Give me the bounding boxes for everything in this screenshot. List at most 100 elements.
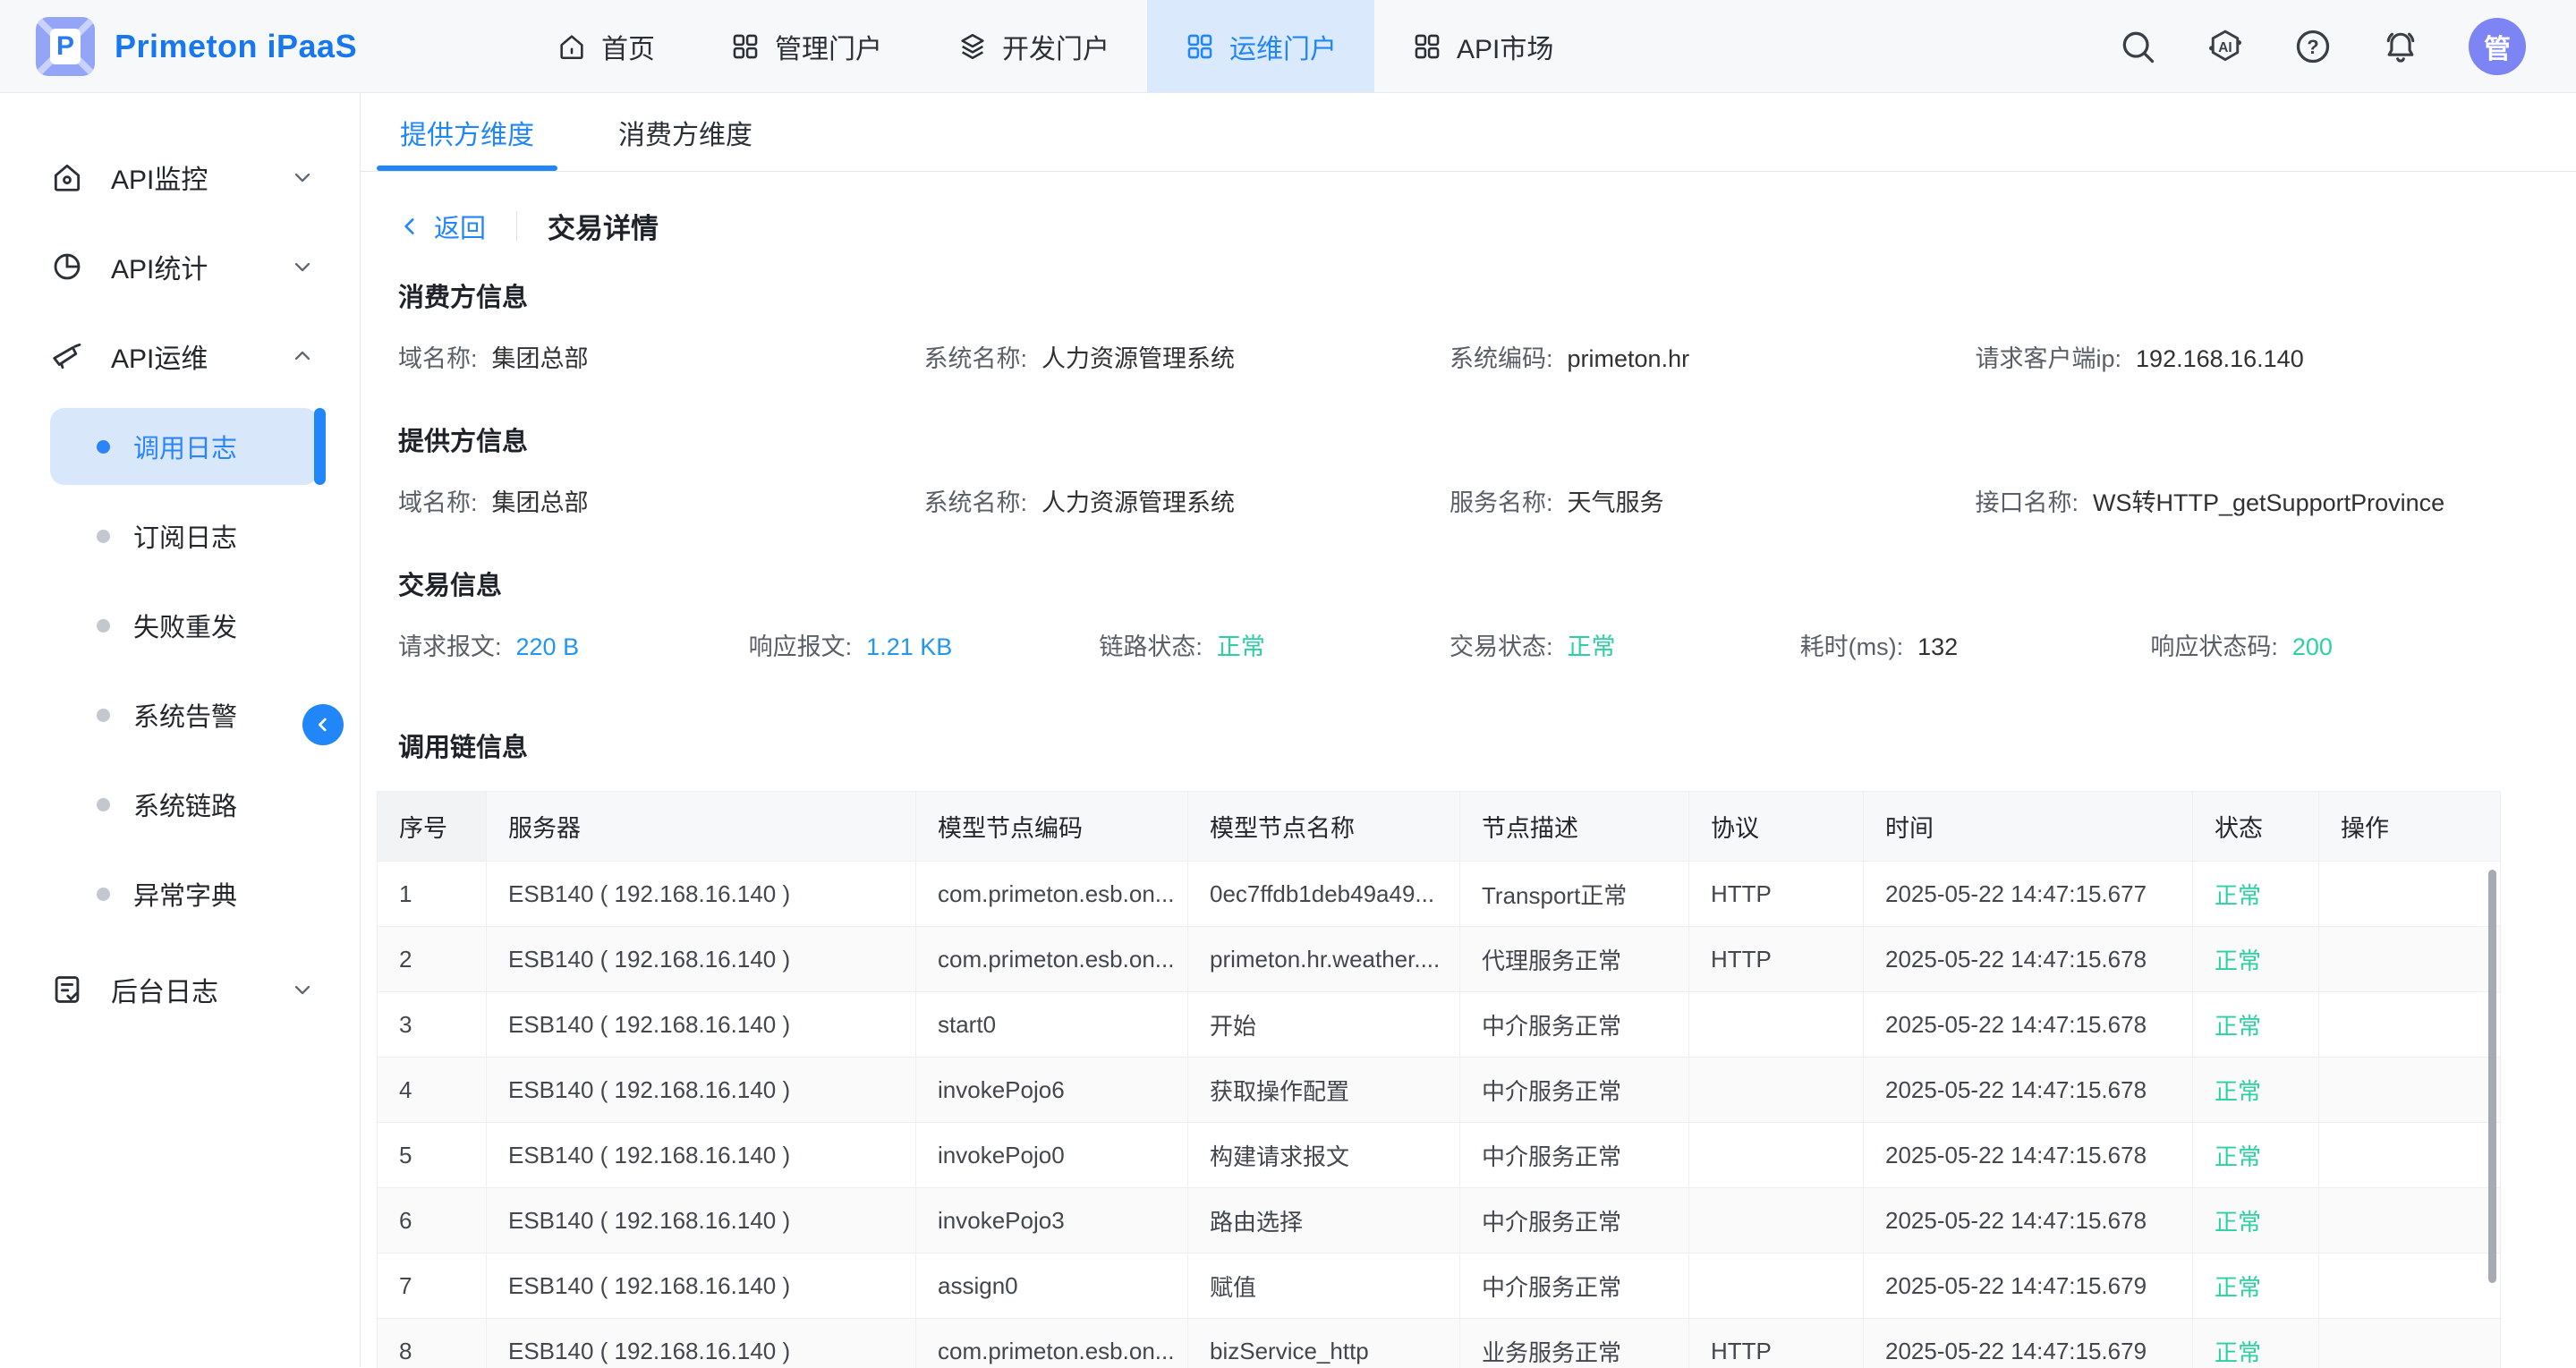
response-payload-link[interactable]: 1.21 KB (866, 633, 952, 660)
sidebar-item-call-log[interactable]: 调用日志 (50, 408, 319, 485)
request-payload-link[interactable]: 220 B (516, 633, 580, 660)
cell-node-desc: 业务服务正常 (1460, 1319, 1689, 1368)
cell-server: ESB140 ( 192.168.16.140 ) (487, 1188, 916, 1253)
home-icon (557, 31, 587, 62)
col-header-action: 操作 (2319, 792, 2501, 862)
cell-node-name: primeton.hr.weather.... (1188, 927, 1460, 992)
cell-no: 2 (378, 927, 487, 992)
field-response-code: 响应状态码:200 (2150, 627, 2501, 662)
cell-protocol (1689, 1188, 1864, 1253)
brand-name: Primeton iPaaS (115, 28, 357, 65)
call-chain-table: 序号 服务器 模型节点编码 模型节点名称 节点描述 协议 时间 状态 操作 1 (377, 791, 2501, 1368)
nav-item-label: 首页 (601, 27, 655, 66)
table-row: 2 ESB140 ( 192.168.16.140 ) com.primeton… (378, 927, 2501, 992)
chevron-down-icon (290, 254, 315, 279)
sidebar-item-label: 系统链路 (133, 786, 237, 823)
bullet-icon (97, 888, 110, 901)
megaphone-icon (50, 339, 84, 373)
bullet-icon (97, 530, 110, 543)
sidebar-item-label: 订阅日志 (133, 517, 237, 555)
tab-provider-dimension[interactable]: 提供方维度 (396, 93, 538, 171)
sidebar-item-label: 异常字典 (133, 875, 237, 913)
cell-node-code: com.primeton.esb.on... (916, 862, 1188, 927)
cell-protocol (1689, 1058, 1864, 1123)
nav-item-ops-portal[interactable]: 运维门户 (1147, 0, 1374, 92)
cell-node-code: com.primeton.esb.on... (916, 1319, 1188, 1368)
field-domain-name: 域名称:集团总部 (398, 483, 924, 518)
cell-node-name: 赋值 (1188, 1253, 1460, 1319)
help-icon[interactable]: ? (2293, 27, 2333, 66)
table-scrollbar[interactable] (2488, 870, 2496, 1283)
cell-time: 2025-05-22 14:47:15.678 (1864, 1058, 2193, 1123)
pie-chart-icon (50, 250, 84, 284)
cell-no: 1 (378, 862, 487, 927)
sidebar-item-backend-log[interactable]: 后台日志 (0, 945, 360, 1034)
cell-time: 2025-05-22 14:47:15.678 (1864, 992, 2193, 1058)
section-title-transaction: 交易信息 (398, 565, 2576, 602)
nav-item-dev-portal[interactable]: 开发门户 (920, 0, 1147, 92)
main-content: 提供方维度 消费方维度 返回 交易详情 消费方信息 域名称:集团总部 系统名称:… (361, 93, 2576, 1367)
cell-node-desc: 中介服务正常 (1460, 1188, 1689, 1253)
col-header-no: 序号 (378, 792, 487, 862)
cell-protocol: HTTP (1689, 1319, 1864, 1368)
transaction-fields: 请求报文:220 B 响应报文:1.21 KB 链路状态:正常 交易状态:正常 … (361, 602, 2576, 685)
cell-time: 2025-05-22 14:47:15.678 (1864, 927, 2193, 992)
col-header-time: 时间 (1864, 792, 2193, 862)
cell-node-name: 开始 (1188, 992, 1460, 1058)
cell-time: 2025-05-22 14:47:15.679 (1864, 1319, 2193, 1368)
tab-consumer-dimension[interactable]: 消费方维度 (615, 93, 756, 171)
bell-icon[interactable] (2381, 27, 2420, 66)
chevron-up-icon (290, 344, 315, 369)
cell-node-name: 获取操作配置 (1188, 1058, 1460, 1123)
field-system-name: 系统名称:人力资源管理系统 (924, 339, 1450, 374)
sidebar-item-api-monitor[interactable]: API监控 (0, 132, 360, 222)
cell-time: 2025-05-22 14:47:15.679 (1864, 1253, 2193, 1319)
sidebar-collapse-button[interactable] (302, 704, 344, 745)
grid-icon (1412, 31, 1442, 62)
cell-node-code: com.primeton.esb.on... (916, 927, 1188, 992)
nav-item-home[interactable]: 首页 (519, 0, 693, 92)
sidebar-item-failed-retry[interactable]: 失败重发 (50, 587, 319, 664)
cell-no: 6 (378, 1188, 487, 1253)
cell-server: ESB140 ( 192.168.16.140 ) (487, 1319, 916, 1368)
sidebar-item-system-alert[interactable]: 系统告警 (50, 676, 319, 753)
nav-item-admin-portal[interactable]: 管理门户 (693, 0, 920, 92)
brand[interactable]: P Primeton iPaaS (36, 17, 519, 76)
cell-action (2319, 862, 2501, 927)
field-request-payload: 请求报文:220 B (398, 627, 749, 662)
cell-status: 正常 (2193, 1123, 2319, 1188)
cell-action (2319, 1319, 2501, 1368)
cell-server: ESB140 ( 192.168.16.140 ) (487, 1058, 916, 1123)
topbar-actions: AI ? 管 (2118, 18, 2526, 75)
cell-action (2319, 1123, 2501, 1188)
search-icon[interactable] (2118, 27, 2157, 66)
cell-action (2319, 927, 2501, 992)
nav-item-api-market[interactable]: API市场 (1374, 0, 1591, 92)
sidebar-item-api-stats[interactable]: API统计 (0, 222, 360, 311)
col-header-node-desc: 节点描述 (1460, 792, 1689, 862)
status-badge: 正常 (1217, 633, 1265, 660)
ai-assistant-icon[interactable]: AI (2206, 27, 2245, 66)
cell-action (2319, 1253, 2501, 1319)
section-title-consumer: 消费方信息 (398, 276, 2576, 314)
provider-fields: 域名称:集团总部 系统名称:人力资源管理系统 服务名称:天气服务 接口名称:WS… (361, 458, 2576, 541)
field-response-payload: 响应报文:1.21 KB (749, 627, 1100, 662)
col-header-server: 服务器 (487, 792, 916, 862)
field-system-name: 系统名称:人力资源管理系统 (924, 483, 1450, 518)
table-row: 3 ESB140 ( 192.168.16.140 ) start0 开始 中介… (378, 992, 2501, 1058)
sidebar-item-label: API统计 (111, 247, 208, 286)
table-row: 6 ESB140 ( 192.168.16.140 ) invokePojo3 … (378, 1188, 2501, 1253)
field-elapsed-ms: 耗时(ms):132 (1800, 627, 2151, 662)
avatar[interactable]: 管 (2469, 18, 2526, 75)
back-button[interactable]: 返回 (398, 208, 486, 245)
sidebar-item-subscribe-log[interactable]: 订阅日志 (50, 497, 319, 574)
table-row: 5 ESB140 ( 192.168.16.140 ) invokePojo0 … (378, 1123, 2501, 1188)
sidebar-item-system-link[interactable]: 系统链路 (50, 766, 319, 843)
divider (516, 211, 517, 242)
sidebar-item-exception-dict[interactable]: 异常字典 (50, 855, 319, 932)
cell-action (2319, 1188, 2501, 1253)
nav-item-label: 开发门户 (1002, 27, 1109, 66)
top-navigation: 首页 管理门户 开发门户 运维门户 API市场 (519, 0, 1591, 92)
svg-text:?: ? (2307, 36, 2318, 58)
sidebar-item-api-ops[interactable]: API运维 (0, 311, 360, 401)
